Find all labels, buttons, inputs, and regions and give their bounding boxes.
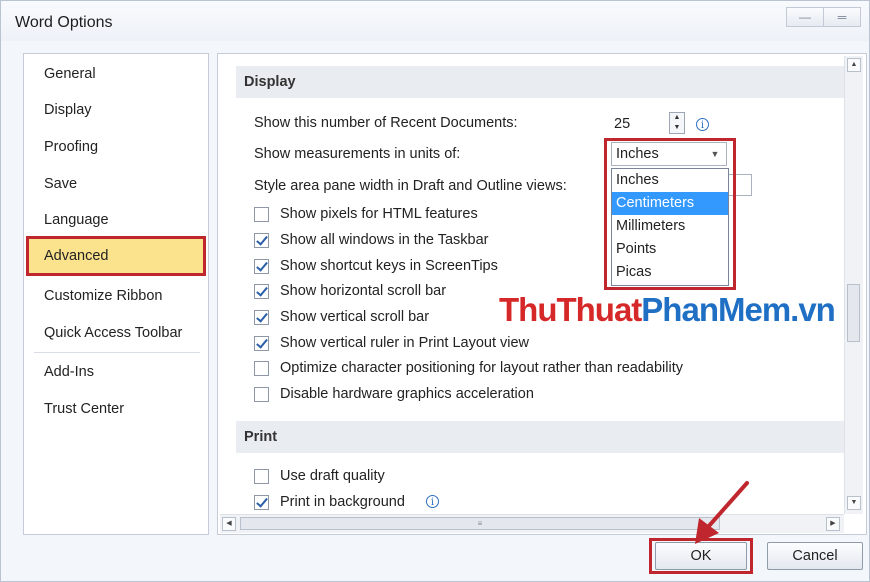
red-arrow-icon [695,481,749,544]
word-options-dialog: Word Options — ═ General Display Proofin… [0,0,870,582]
